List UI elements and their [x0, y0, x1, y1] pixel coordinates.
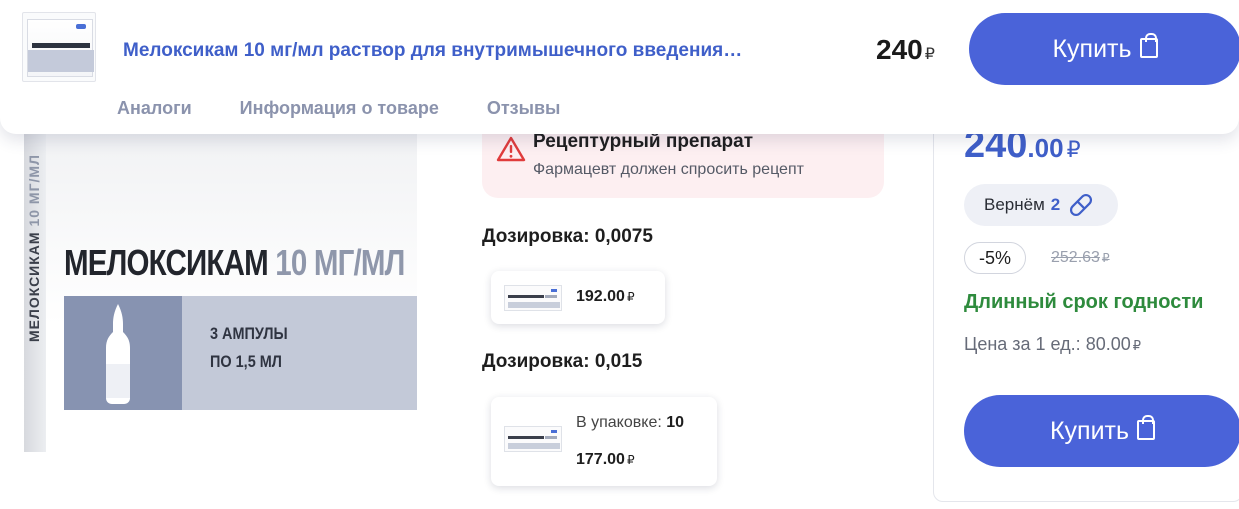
buy-button-label: Купить: [1052, 34, 1132, 63]
variant-thumbnail: [504, 285, 562, 311]
ampoule-icon: [106, 304, 130, 404]
sticky-product-header: Мелоксикам 10 мг/мл раствор для внутримы…: [0, 0, 1239, 134]
dosage-variant-card[interactable]: 192.00 ₽: [491, 271, 665, 324]
pill-icon: [1070, 193, 1093, 217]
discount-badge: -5%: [964, 242, 1026, 274]
variant-price: 192.00 ₽: [576, 288, 635, 305]
product-thumbnail[interactable]: [22, 12, 96, 82]
product-title[interactable]: Мелоксикам 10 мг/мл раствор для внутримы…: [123, 40, 833, 62]
dosage-label: Дозировка: 0,015: [482, 351, 643, 372]
shopping-bag-icon: [1137, 415, 1156, 440]
prescription-title: Рецептурный препарат: [533, 131, 754, 152]
tab-analogs[interactable]: Аналоги: [117, 98, 192, 119]
pack-band-text: 3 АМПУЛЫ ПО 1,5 МЛ: [210, 324, 288, 371]
variant-thumbnail: [504, 426, 562, 452]
expiry-label: Длинный срок годности: [964, 291, 1204, 313]
unit-price: Цена за 1 ед.: 80.00 ₽: [964, 334, 1142, 354]
pack-side-text: МЕЛОКСИКАМ 10 МГ/МЛ: [26, 154, 42, 342]
warning-triangle-icon: [496, 136, 526, 162]
cashback-badge[interactable]: Вернём 2: [964, 184, 1118, 226]
buy-button[interactable]: Купить: [964, 395, 1239, 467]
variant-price: 177.00 ₽: [576, 451, 635, 468]
header-buy-button[interactable]: Купить: [969, 13, 1239, 85]
pack-front-title: МЕЛОКСИКАМ 10 МГ/МЛ: [64, 242, 405, 283]
product-tabs: Аналоги Информация о товаре Отзывы: [117, 98, 560, 119]
tab-product-info[interactable]: Информация о товаре: [240, 98, 439, 119]
old-price: 252.63 ₽: [1051, 249, 1110, 266]
header-price: 240 ₽: [876, 34, 935, 65]
variant-pack-count: В упаковке: 10: [576, 414, 685, 431]
tab-reviews[interactable]: Отзывы: [487, 98, 561, 119]
buy-button-label: Купить: [1049, 416, 1130, 445]
shopping-bag-icon: [1139, 33, 1158, 58]
prescription-subtitle: Фармацевт должен спросить рецепт: [533, 161, 804, 178]
dosage-variant-card[interactable]: В упаковке: 10 177.00 ₽: [491, 397, 717, 486]
product-image[interactable]: МЕЛОКСИКАМ 10 МГ/МЛ МЕЛОКСИКАМ 10 МГ/МЛ …: [24, 134, 417, 452]
dosage-label: Дозировка: 0,0075: [482, 226, 653, 247]
